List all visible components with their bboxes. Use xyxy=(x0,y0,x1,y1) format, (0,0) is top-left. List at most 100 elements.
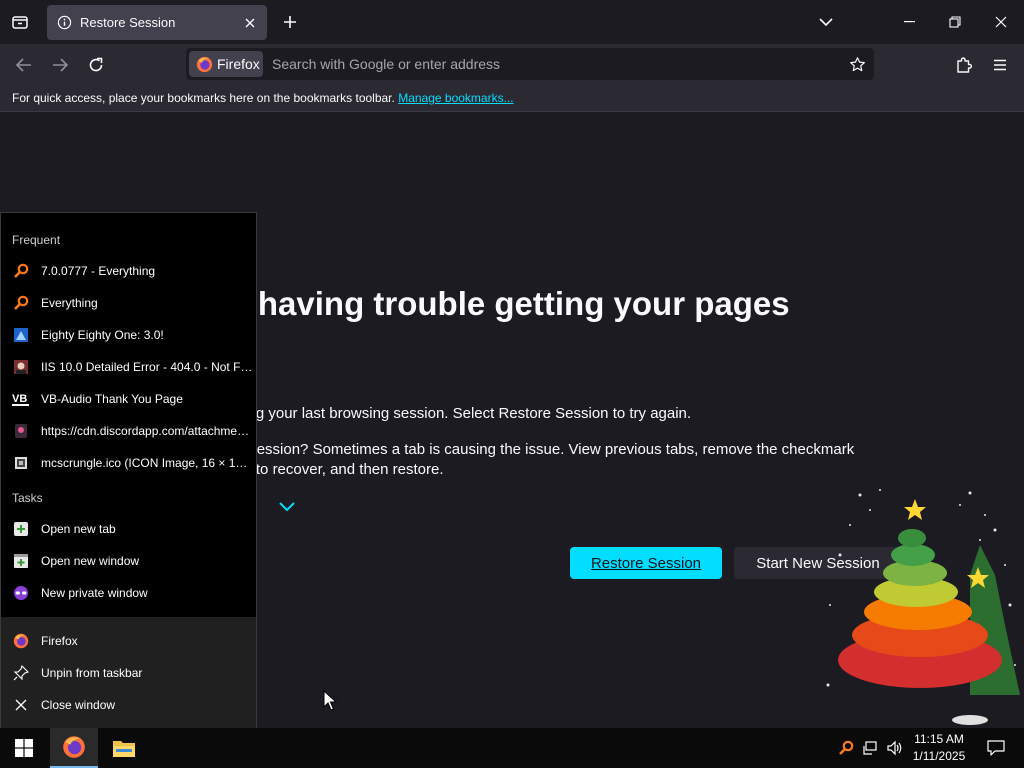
firefox-icon xyxy=(63,736,85,758)
volume-icon[interactable] xyxy=(886,740,904,756)
jump-list-task-open-new-window[interactable]: Open new window xyxy=(1,545,257,577)
jump-list-header-tasks: Tasks xyxy=(12,491,43,505)
minimize-button[interactable] xyxy=(886,0,932,44)
jump-list-item-label: Open new tab xyxy=(41,522,116,536)
firefox-view-button[interactable] xyxy=(8,10,32,34)
jump-list-item[interactable]: mcscrungle.ico (ICON Image, 16 × 16 p... xyxy=(1,447,257,479)
bookmarks-toolbar-message: For quick access, place your bookmarks h… xyxy=(12,91,395,105)
back-arrow-icon xyxy=(16,58,31,72)
jump-list-item-label: Close window xyxy=(41,698,116,712)
everything-tray-icon[interactable] xyxy=(838,740,854,756)
jump-list-item[interactable]: Eighty Eighty One: 3.0! xyxy=(1,319,257,351)
jump-list-item[interactable]: Everything xyxy=(1,287,257,319)
jump-list-item-label: mcscrungle.ico (ICON Image, 16 × 16 p... xyxy=(41,456,253,470)
chevron-down-icon[interactable] xyxy=(277,499,297,515)
network-icon[interactable] xyxy=(862,740,878,756)
back-button[interactable] xyxy=(11,52,37,78)
close-icon xyxy=(995,16,1007,28)
bookmarks-toolbar: For quick access, place your bookmarks h… xyxy=(0,84,1024,112)
jump-list-item-label: IIS 10.0 Detailed Error - 404.0 - Not Fo… xyxy=(41,360,253,374)
reload-button[interactable] xyxy=(83,52,109,78)
tab-restore-session[interactable]: Restore Session xyxy=(47,5,267,40)
info-icon xyxy=(57,15,72,30)
tab-strip: Restore Session xyxy=(0,0,1024,44)
error-hint: ore your session? Sometimes a tab is cau… xyxy=(190,440,910,480)
page-title: e’re having trouble getting your pages xyxy=(190,285,790,322)
christmas-tree-decoration xyxy=(826,489,1020,725)
magnifier-icon xyxy=(12,294,30,312)
jump-list-item-label: New private window xyxy=(41,586,148,600)
start-button[interactable] xyxy=(0,728,48,768)
jump-list-item-label: Firefox xyxy=(41,634,78,648)
new-tab-button[interactable] xyxy=(278,10,302,34)
manage-bookmarks-link[interactable]: Manage bookmarks... xyxy=(398,91,513,105)
minimize-icon xyxy=(903,21,915,23)
error-hint-line: ore your session? Sometimes a tab is cau… xyxy=(190,441,855,458)
jump-list-task-open-new-tab[interactable]: Open new tab xyxy=(1,513,257,545)
jump-list-item[interactable]: VB VB-Audio Thank You Page xyxy=(1,383,257,415)
firefox-icon xyxy=(12,632,30,650)
jump-list-header-frequent: Frequent xyxy=(12,233,61,247)
restore-window-button[interactable] xyxy=(932,0,978,44)
puzzle-piece-icon xyxy=(957,57,973,73)
vb-audio-icon: VB xyxy=(12,390,30,408)
error-hint-line: on’t need to recover, and then restore. xyxy=(190,461,444,478)
bookmark-page-button[interactable] xyxy=(846,53,868,75)
image-icon xyxy=(12,454,30,472)
clock-time: 11:15 AM xyxy=(914,732,964,746)
firefox-icon xyxy=(196,56,213,72)
hamburger-menu-icon xyxy=(994,59,1006,71)
windows-logo-icon xyxy=(15,739,33,757)
tab-close-button[interactable] xyxy=(241,14,259,32)
jump-list-item-label: 7.0.0777 - Everything xyxy=(41,264,156,278)
navigation-toolbar: Firefox xyxy=(0,44,1024,84)
folder-icon xyxy=(113,741,135,757)
url-bar[interactable]: Firefox xyxy=(186,48,874,80)
new-window-icon xyxy=(12,552,30,570)
close-window-button[interactable] xyxy=(978,0,1024,44)
clock-date: 1/11/2025 xyxy=(912,749,966,763)
jump-list-close-window[interactable]: Close window xyxy=(1,689,257,721)
notification-icon xyxy=(987,740,1005,756)
restore-window-icon xyxy=(949,16,961,28)
taskbar-firefox-button[interactable] xyxy=(50,728,98,768)
mouse-cursor-icon xyxy=(323,690,337,711)
forward-button[interactable] xyxy=(47,52,73,78)
action-center-button[interactable] xyxy=(976,728,1016,768)
identity-box[interactable]: Firefox xyxy=(189,51,263,77)
restore-session-button[interactable]: Restore Session xyxy=(570,547,722,579)
new-tab-icon xyxy=(12,520,30,538)
jump-list-item[interactable]: https://cdn.discordapp.com/attachmen... xyxy=(1,415,257,447)
identity-label: Firefox xyxy=(217,56,260,72)
private-window-icon xyxy=(12,584,30,602)
taskbar-clock[interactable]: 11:15 AM 1/11/2025 xyxy=(906,731,972,765)
jump-list-item-label: Eighty Eighty One: 3.0! xyxy=(41,328,164,342)
windows-taskbar: 11:15 AM 1/11/2025 xyxy=(0,728,1024,768)
plus-icon xyxy=(284,16,296,28)
jump-list-item[interactable]: 7.0.0777 - Everything xyxy=(1,255,257,287)
forward-arrow-icon xyxy=(53,58,68,72)
close-icon xyxy=(12,696,30,714)
jump-list-unpin-from-taskbar[interactable]: Unpin from taskbar xyxy=(1,657,257,689)
taskbar-file-explorer-button[interactable] xyxy=(100,728,148,768)
site-icon xyxy=(12,358,30,376)
firefox-view-icon xyxy=(12,16,28,29)
extensions-button[interactable] xyxy=(951,52,977,78)
list-all-tabs-button[interactable] xyxy=(814,10,838,34)
jump-list-item-label: https://cdn.discordapp.com/attachmen... xyxy=(41,424,253,438)
app-menu-button[interactable] xyxy=(987,52,1013,78)
address-input[interactable] xyxy=(272,48,832,80)
site-icon xyxy=(12,422,30,440)
jump-list-item[interactable]: IIS 10.0 Detailed Error - 404.0 - Not Fo… xyxy=(1,351,257,383)
magnifier-icon xyxy=(12,262,30,280)
jump-list-app-section: Firefox Unpin from taskbar Close window xyxy=(1,617,256,728)
jump-list-app-firefox[interactable]: Firefox xyxy=(1,625,257,657)
jump-list-task-new-private-window[interactable]: New private window xyxy=(1,577,257,609)
close-icon xyxy=(245,18,255,28)
system-tray xyxy=(830,728,904,768)
unpin-icon xyxy=(12,664,30,682)
jump-list-item-label: Unpin from taskbar xyxy=(41,666,143,680)
jump-list-item-label: Everything xyxy=(41,296,98,310)
chevron-down-icon xyxy=(819,18,833,27)
taskbar-jump-list: Frequent 7.0.0777 - Everything Everythin… xyxy=(0,212,257,728)
